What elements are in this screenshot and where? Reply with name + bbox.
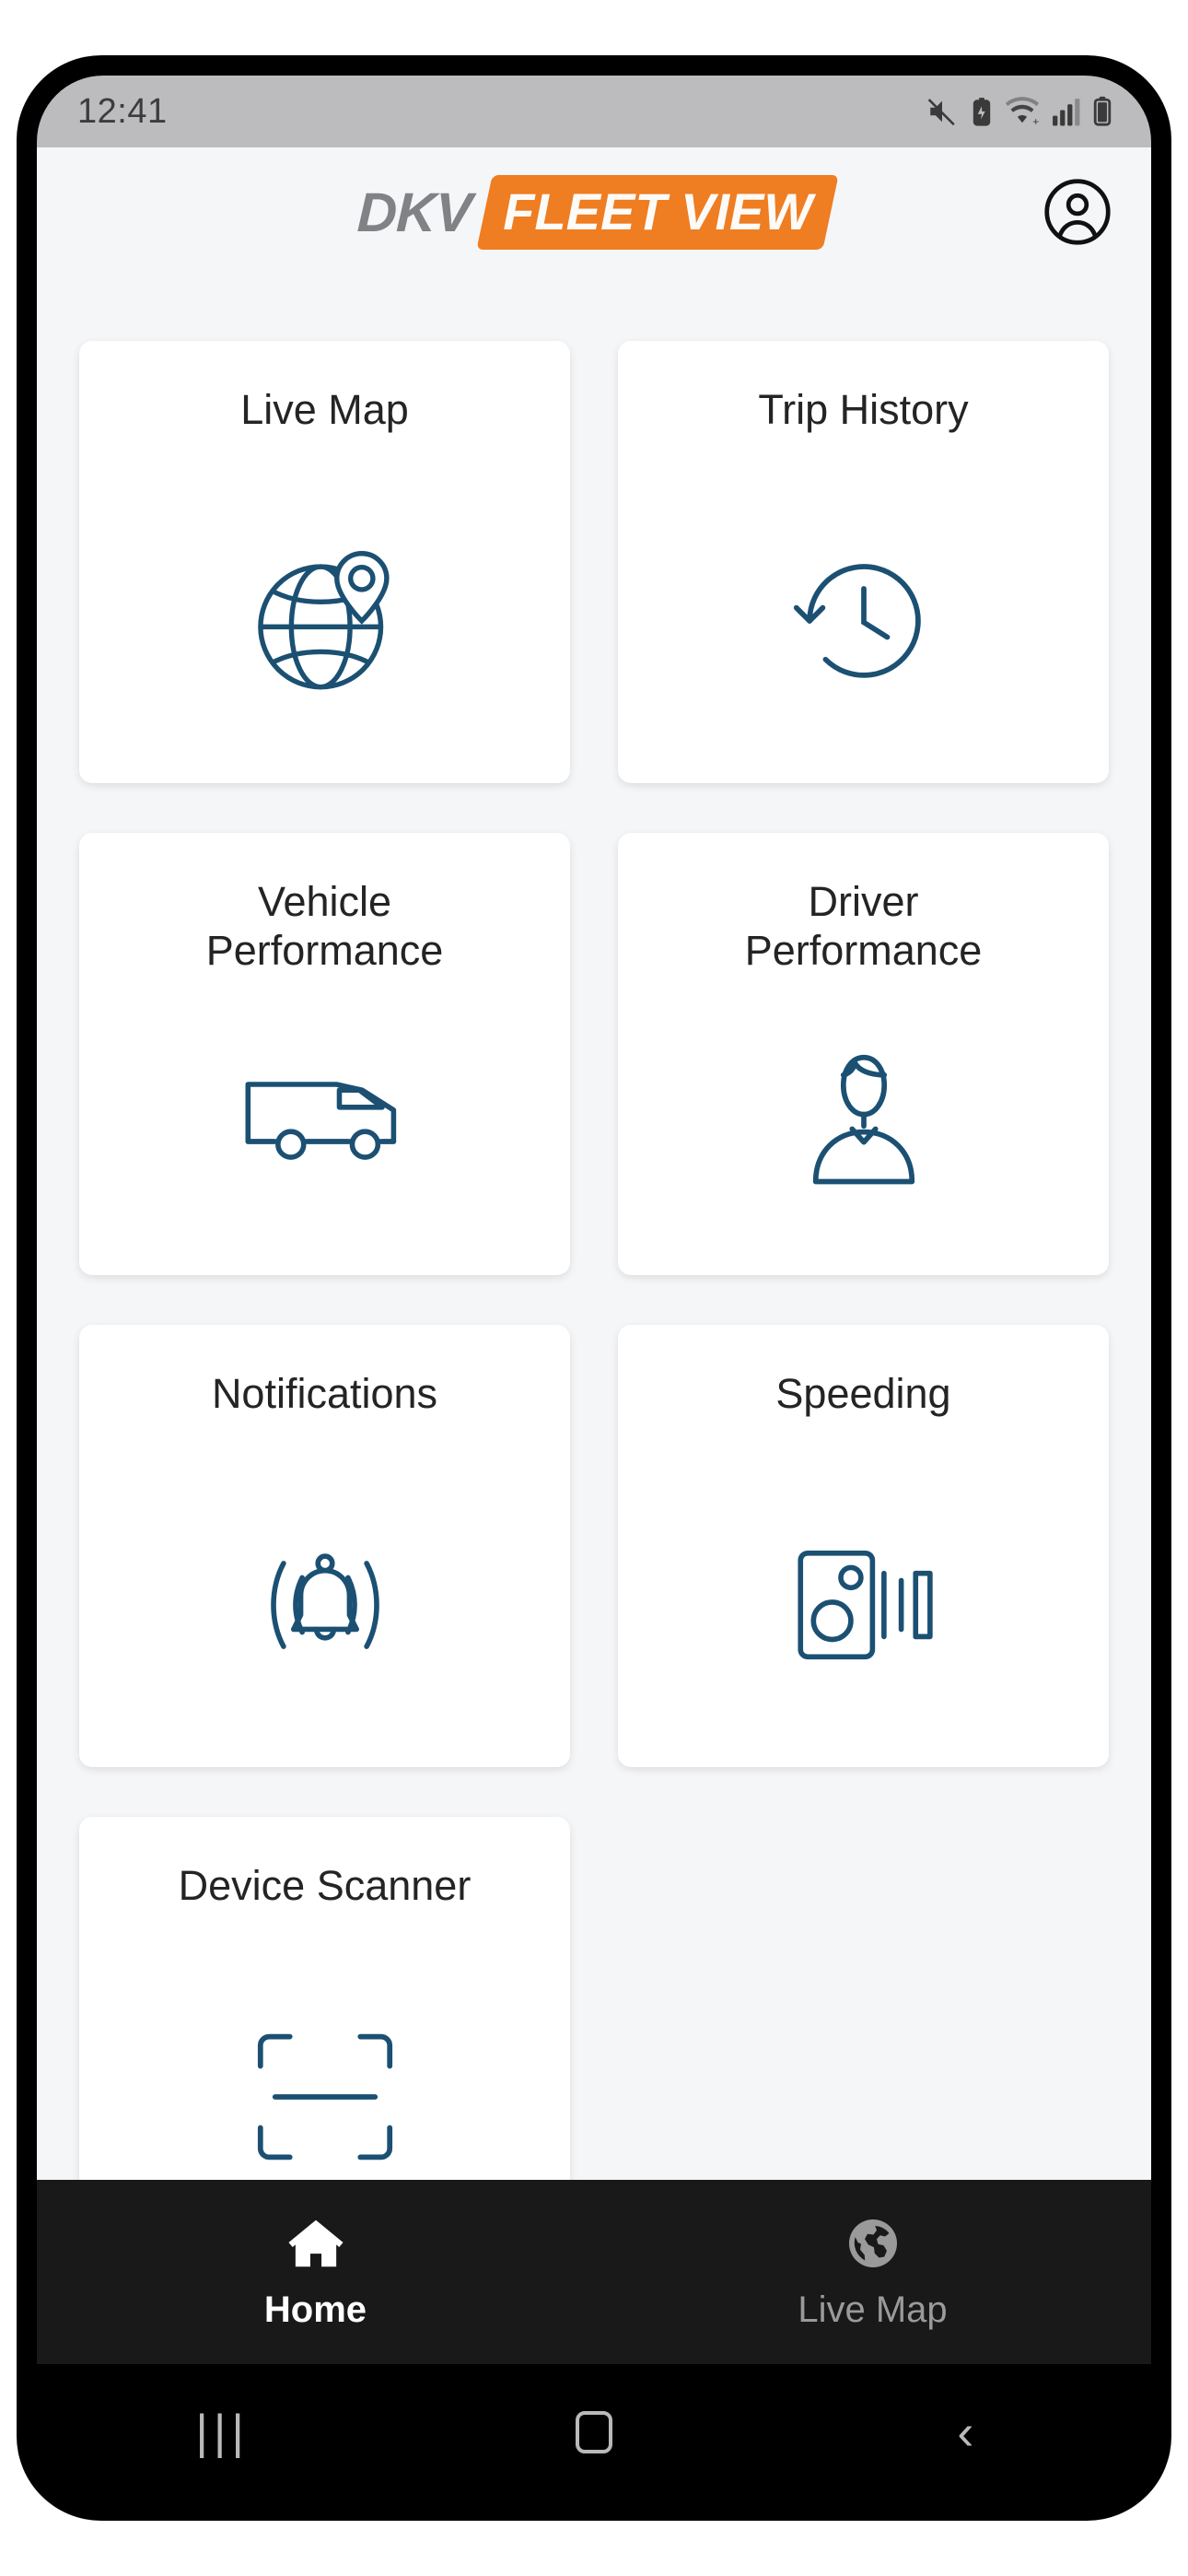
nav-back-button[interactable]: ‹ (780, 2407, 1151, 2457)
tab-label: Live Map (798, 2289, 948, 2330)
tile-label: Vehicle Performance (205, 878, 444, 975)
recents-icon: ||| (195, 2406, 250, 2459)
back-chevron-icon: ‹ (957, 2405, 974, 2460)
bottom-tab-bar: Home Live Map (37, 2180, 1151, 2364)
globe-icon (845, 2214, 901, 2273)
phone-screen: 12:41 + DKV FLEET VIEW Live Map Trip His… (37, 76, 1151, 2500)
home-square-icon (575, 2411, 612, 2453)
battery-icon (1092, 96, 1112, 127)
tile-label: Notifications (211, 1370, 438, 1417)
nav-home-button[interactable] (408, 2411, 779, 2453)
van-icon (239, 1030, 411, 1196)
tile-driver-performance[interactable]: Driver Performance (618, 833, 1109, 1275)
nav-recents-button[interactable]: ||| (37, 2408, 408, 2456)
mute-icon (926, 96, 958, 127)
tile-trip-history[interactable]: Trip History (618, 341, 1109, 783)
home-icon (286, 2214, 345, 2273)
brand-dkv-wordmark: DKV (355, 181, 473, 243)
bell-ringing-icon (239, 1522, 412, 1688)
driver-person-icon (804, 1030, 924, 1196)
brand-lockup: DKV FLEET VIEW (37, 174, 1151, 250)
tab-home[interactable]: Home (37, 2214, 594, 2331)
tile-label: Trip History (758, 386, 969, 433)
status-bar: 12:41 + (37, 76, 1151, 147)
tile-device-scanner[interactable]: Device Scanner (79, 1817, 570, 2180)
status-bar-icons: + (926, 96, 1112, 127)
history-clock-icon (783, 538, 945, 704)
svg-text:+: + (1032, 115, 1039, 127)
tile-label: Device Scanner (178, 1862, 472, 1909)
status-bar-clock: 12:41 (77, 91, 168, 131)
tile-live-map[interactable]: Live Map (79, 341, 570, 783)
tile-grid: Live Map Trip History Vehicle Performanc… (79, 341, 1109, 2180)
phone-frame: 12:41 + DKV FLEET VIEW Live Map Trip His… (17, 55, 1171, 2521)
battery-saver-icon (970, 96, 994, 127)
brand-fleet-view-badge: FLEET VIEW (476, 174, 839, 250)
scanner-icon (251, 2014, 399, 2180)
tile-label: Driver Performance (744, 878, 983, 975)
globe-pin-icon (244, 538, 406, 704)
android-nav-bar: ||| ‹ (37, 2364, 1151, 2500)
speed-camera-icon (788, 1522, 939, 1688)
tile-label: Live Map (240, 386, 409, 433)
tile-vehicle-performance[interactable]: Vehicle Performance (79, 833, 570, 1275)
tile-speeding[interactable]: Speeding (618, 1325, 1109, 1767)
brand-fleet-view-label: FLEET VIEW (503, 181, 813, 240)
tab-label: Home (263, 2289, 367, 2330)
signal-icon (1051, 96, 1080, 127)
app-header: DKV FLEET VIEW (37, 147, 1151, 276)
tile-notifications[interactable]: Notifications (79, 1325, 570, 1767)
tab-live-map[interactable]: Live Map (594, 2214, 1151, 2331)
tile-label: Speeding (775, 1370, 951, 1417)
dashboard-scroll-area[interactable]: Live Map Trip History Vehicle Performanc… (37, 276, 1151, 2180)
wifi-icon: + (1006, 96, 1039, 127)
account-circle-icon[interactable] (1039, 173, 1116, 251)
